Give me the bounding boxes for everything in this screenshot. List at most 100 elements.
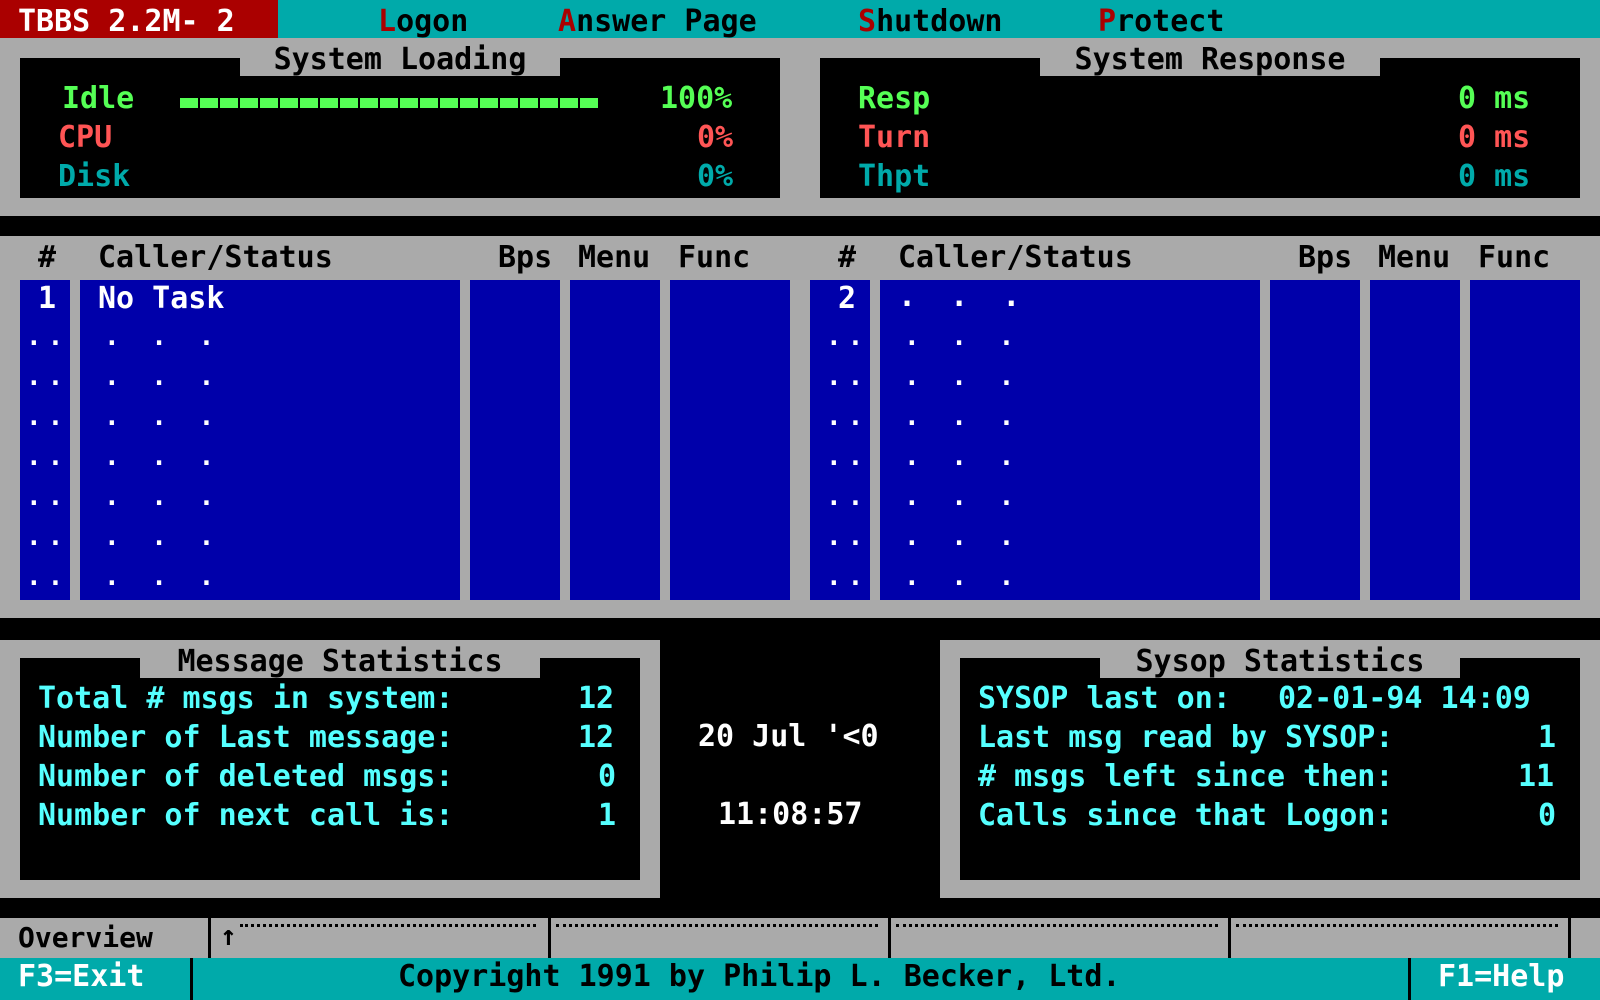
left-empty-row-status: . . . <box>104 482 223 512</box>
tab-overview-label: Overview <box>18 921 153 954</box>
right-empty-row-number: .. <box>826 442 870 472</box>
right-empty-row-status: . . . <box>904 562 1023 592</box>
exit-hint[interactable]: F3=Exit <box>18 962 144 992</box>
msg-stat-value: 1 <box>598 798 617 833</box>
left-empty-row-number: .. <box>26 442 70 472</box>
sysop-stat-label: SYSOP last on: <box>978 681 1231 716</box>
left-func-column <box>670 280 790 600</box>
copyright-text: Copyright 1991 by Philip L. Becker, Ltd. <box>398 959 1121 994</box>
right-col-caller-header: Caller/Status <box>898 240 1133 275</box>
left-empty-row-status: . . . <box>104 402 223 432</box>
sysop-stat-label: # msgs left since then: <box>978 759 1394 794</box>
left-col-bps-header: Bps <box>498 240 553 275</box>
left-empty-row-status: . . . <box>104 442 223 472</box>
cpu-value: 0% <box>697 120 734 155</box>
right-menu-column <box>1370 280 1460 600</box>
left-empty-row-number: .. <box>26 482 70 512</box>
sysop-stat-value: 1 <box>1538 720 1557 755</box>
resp-label: Resp <box>858 81 931 116</box>
menu-answer-page[interactable]: Answer Page <box>558 4 757 39</box>
turn-value: 0 ms <box>1458 120 1531 155</box>
system-response-title: System Response <box>1040 38 1380 77</box>
right-col-bps-header: Bps <box>1298 240 1353 275</box>
right-empty-row-number: .. <box>826 362 870 392</box>
idle-label: Idle <box>62 81 135 116</box>
left-col-func-header: Func <box>678 240 751 275</box>
left-col-caller-header: Caller/Status <box>98 240 333 275</box>
left-task-status[interactable]: No Task <box>98 284 224 314</box>
disk-label: Disk <box>58 159 131 194</box>
msg-stat-label: Number of Last message: <box>38 720 454 755</box>
clock-time: 11:08:57 <box>718 797 863 832</box>
menu-logon[interactable]: Logon <box>378 4 468 39</box>
tab-divider <box>888 918 891 958</box>
tab-overview[interactable]: Overview <box>0 918 208 958</box>
left-bps-column <box>470 280 560 600</box>
tab-divider <box>208 918 211 958</box>
msg-stat-label: Number of deleted msgs: <box>38 759 454 794</box>
left-empty-row-status: . . . <box>104 322 223 352</box>
disk-value: 0% <box>697 159 734 194</box>
idle-bar <box>180 98 598 108</box>
turn-label: Turn <box>858 120 931 155</box>
resp-value: 0 ms <box>1458 81 1531 116</box>
right-bps-column <box>1270 280 1360 600</box>
left-empty-row-number: .. <box>26 522 70 552</box>
sysop-stat-value: 11 <box>1518 759 1555 794</box>
msg-stat-value: 0 <box>598 759 617 794</box>
right-empty-row-status: . . . <box>904 442 1023 472</box>
right-empty-row-status: . . . <box>904 362 1023 392</box>
left-empty-row-status: . . . <box>104 562 223 592</box>
message-stats-title: Message Statistics <box>140 640 540 679</box>
tab-slot-1[interactable] <box>240 924 536 930</box>
menu-protect[interactable]: Protect <box>1098 4 1224 39</box>
right-empty-row-number: .. <box>826 562 870 592</box>
left-empty-row-number: .. <box>26 362 70 392</box>
cpu-label: CPU <box>58 120 113 155</box>
sysop-stat-label: Calls since that Logon: <box>978 798 1394 833</box>
right-task-number: 2 <box>838 281 857 316</box>
idle-value: 100% <box>660 81 733 116</box>
right-col-func-header: Func <box>1478 240 1551 275</box>
right-task-status[interactable]: . . . <box>898 282 1028 312</box>
right-col-num-header: # <box>838 240 857 275</box>
msg-stat-label: Total # msgs in system: <box>38 681 454 716</box>
left-col-menu-header: Menu <box>578 240 651 275</box>
left-menu-column <box>570 280 660 600</box>
sysop-stat-value: 0 <box>1538 798 1557 833</box>
left-task-number: 1 <box>38 281 57 316</box>
right-empty-row-status: . . . <box>904 402 1023 432</box>
idle-bar-track <box>180 98 598 108</box>
status-divider <box>1408 958 1411 1000</box>
clock-date: 20 Jul '<0 <box>698 719 879 754</box>
right-empty-row-status: . . . <box>904 522 1023 552</box>
left-empty-row-number: .. <box>26 562 70 592</box>
system-loading-panel <box>20 58 780 198</box>
help-hint[interactable]: F1=Help <box>1438 962 1564 992</box>
msg-stat-value: 12 <box>578 720 615 755</box>
left-col-num-header: # <box>38 240 57 275</box>
sysop-stat-label: Last msg read by SYSOP: <box>978 720 1394 755</box>
thpt-label: Thpt <box>858 159 931 194</box>
right-col-menu-header: Menu <box>1378 240 1451 275</box>
right-empty-row-status: . . . <box>904 482 1023 512</box>
left-empty-row-number: .. <box>26 402 70 432</box>
sysop-stat-value: 02-01-94 14:09 <box>1278 681 1531 716</box>
right-empty-row-number: .. <box>826 322 870 352</box>
tab-slot-4[interactable] <box>1236 924 1558 930</box>
left-empty-row-status: . . . <box>104 522 223 552</box>
tab-slot-2[interactable] <box>556 924 878 930</box>
app-title: TBBS 2.2M- 2 <box>0 0 278 39</box>
tab-divider <box>1568 918 1571 958</box>
right-empty-row-number: .. <box>826 522 870 552</box>
tab-slot-3[interactable] <box>896 924 1218 930</box>
right-empty-row-number: .. <box>826 402 870 432</box>
system-loading-title: System Loading <box>240 38 560 77</box>
menu-shutdown[interactable]: Shutdown <box>858 4 1003 39</box>
right-empty-row-status: . . . <box>904 322 1023 352</box>
tab-marker: ↑ <box>220 919 237 952</box>
right-func-column <box>1470 280 1580 600</box>
left-empty-row-status: . . . <box>104 362 223 392</box>
left-empty-row-number: .. <box>26 322 70 352</box>
right-empty-row-number: .. <box>826 482 870 512</box>
